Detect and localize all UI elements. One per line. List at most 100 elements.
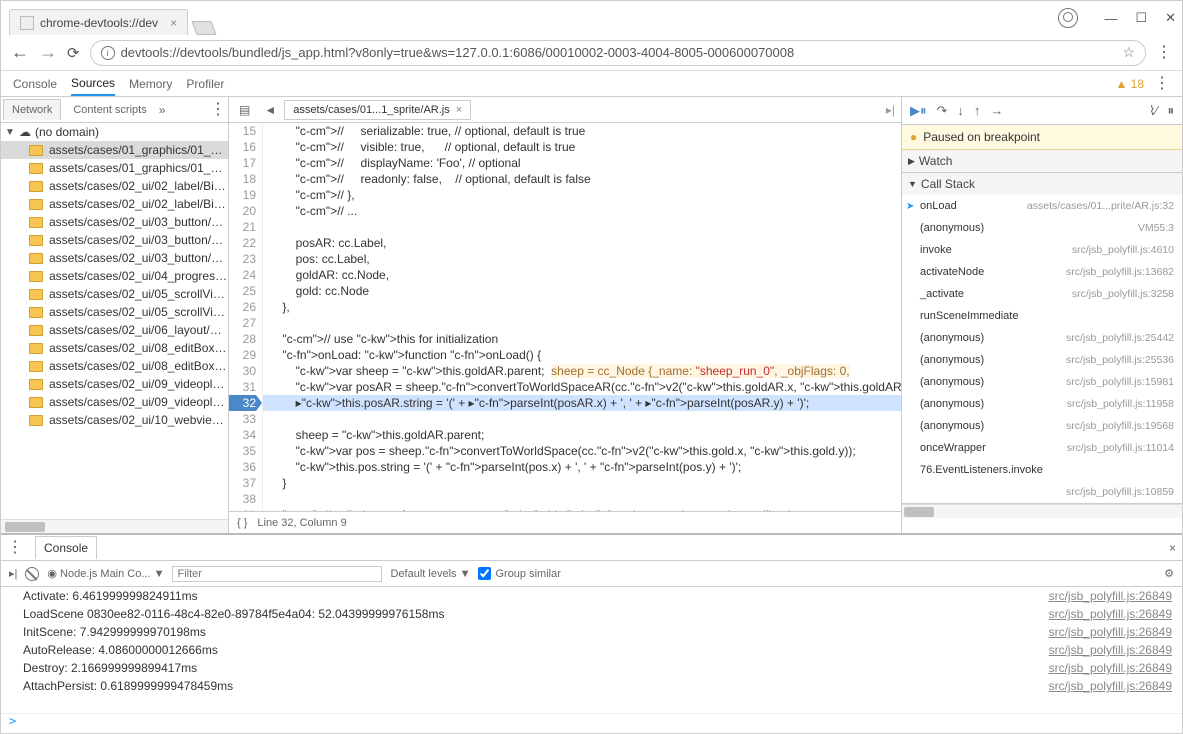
forward-button[interactable]: →	[39, 42, 57, 63]
log-source-link[interactable]: src/jsb_polyfill.js:26849	[1049, 661, 1172, 675]
log-entry[interactable]: Destroy: 2.166999999899417mssrc/jsb_poly…	[1, 659, 1182, 677]
log-level-selector[interactable]: Default levels ▼	[390, 568, 470, 580]
step-button[interactable]: →	[990, 103, 1003, 118]
drawer-menu-icon[interactable]: ⋮	[7, 540, 23, 556]
stack-frame[interactable]: onceWrappersrc/jsb_polyfill.js:11014	[902, 437, 1182, 459]
stack-frame[interactable]: invokesrc/jsb_polyfill.js:4610	[902, 239, 1182, 261]
warning-count[interactable]: ▲ 18	[1115, 77, 1144, 91]
log-entry[interactable]: InitScene: 7.942999999970198mssrc/jsb_po…	[1, 623, 1182, 641]
file-tree[interactable]: ▼ ☁ (no domain) assets/cases/01_graphics…	[1, 123, 228, 519]
tree-file-item[interactable]: assets/cases/02_ui/06_layout/LayoutGrid.…	[1, 321, 228, 339]
pause-on-exceptions-icon[interactable]: ⏸	[1168, 103, 1175, 119]
stack-frame[interactable]: _activatesrc/jsb_polyfill.js:3258	[902, 283, 1182, 305]
resume-button[interactable]: ▶⏸	[910, 103, 927, 119]
history-back-icon[interactable]: ◄	[258, 103, 282, 117]
tree-file-item[interactable]: assets/cases/02_ui/05_scrollView/ListVie…	[1, 303, 228, 321]
navigator-tab-content-scripts[interactable]: Content scripts	[65, 100, 154, 120]
log-source-link[interactable]: src/jsb_polyfill.js:26849	[1049, 643, 1172, 657]
browser-menu-icon[interactable]: ⋮	[1156, 45, 1172, 61]
stack-frame[interactable]: (anonymous)src/jsb_polyfill.js:11958	[902, 393, 1182, 415]
tree-file-item[interactable]: assets/cases/02_ui/03_button/ButtonTrans…	[1, 249, 228, 267]
navigator-more-tabs-icon[interactable]: »	[159, 103, 166, 117]
context-selector[interactable]: ◉ Node.js Main Co... ▼	[47, 567, 164, 580]
browser-tab[interactable]: chrome-devtools://dev ×	[9, 9, 188, 35]
devtools-menu-icon[interactable]: ⋮	[1154, 76, 1170, 92]
new-tab-button[interactable]	[192, 21, 217, 35]
drawer-tab-console[interactable]: Console	[35, 536, 97, 559]
toggle-navigator-icon[interactable]: ▤	[233, 103, 256, 117]
stack-frame[interactable]: (anonymous)src/jsb_polyfill.js:19568	[902, 415, 1182, 437]
callstack-header[interactable]: ▼Call Stack	[902, 173, 1182, 195]
console-sidebar-icon[interactable]: ▸|	[9, 567, 17, 580]
bookmark-star-icon[interactable]: ☆	[1122, 44, 1135, 61]
tree-file-item[interactable]: assets/cases/02_ui/10_webview/WebView.js	[1, 411, 228, 429]
tree-file-item[interactable]: assets/cases/02_ui/03_button/ButtonClick…	[1, 213, 228, 231]
log-source-link[interactable]: src/jsb_polyfill.js:26849	[1049, 607, 1172, 621]
account-icon[interactable]	[1058, 8, 1078, 28]
tree-file-item[interactable]: assets/cases/02_ui/08_editBox/EditBox.js	[1, 339, 228, 357]
stack-frame[interactable]: (anonymous)src/jsb_polyfill.js:25536	[902, 349, 1182, 371]
tree-file-item[interactable]: assets/cases/02_ui/09_videoplayer/VideoP…	[1, 375, 228, 393]
address-bar[interactable]: i devtools://devtools/bundled/js_app.htm…	[90, 40, 1146, 66]
tree-file-item[interactable]: assets/cases/02_ui/03_button/ButtonInter…	[1, 231, 228, 249]
group-similar-checkbox[interactable]: Group similar	[478, 567, 560, 580]
step-into-button[interactable]: ↓	[957, 103, 964, 118]
tree-file-item[interactable]: assets/cases/02_ui/04_progressbar/Progre…	[1, 267, 228, 285]
clear-console-icon[interactable]	[25, 567, 39, 581]
line-gutter[interactable]: 1516171819202122232425262728293031323334…	[229, 123, 263, 511]
console-prompt[interactable]: >	[1, 713, 1182, 733]
tree-file-item[interactable]: assets/cases/01_graphics/01_sprite/AR.js	[1, 141, 228, 159]
tab-sources[interactable]: Sources	[71, 76, 115, 96]
minimize-icon[interactable]: —	[1104, 11, 1117, 26]
navigator-scrollbar[interactable]	[1, 519, 228, 533]
console-output[interactable]: Activate: 6.461999999824911mssrc/jsb_pol…	[1, 587, 1182, 713]
stack-frame[interactable]: runSceneImmediate	[902, 305, 1182, 327]
tree-file-item[interactable]: assets/cases/02_ui/02_label/BitmapFont.j…	[1, 195, 228, 213]
tab-memory[interactable]: Memory	[129, 77, 172, 91]
log-source-link[interactable]: src/jsb_polyfill.js:26849	[1049, 589, 1172, 603]
close-drawer-icon[interactable]: ×	[1169, 541, 1176, 555]
log-entry[interactable]: Activate: 6.461999999824911mssrc/jsb_pol…	[1, 587, 1182, 605]
tab-profiler[interactable]: Profiler	[186, 77, 224, 91]
tree-file-item[interactable]: assets/cases/02_ui/09_videoplayer/VideoP…	[1, 393, 228, 411]
close-file-icon[interactable]: ×	[456, 104, 462, 116]
step-over-button[interactable]: ↷	[937, 103, 948, 119]
log-entry[interactable]: LoadScene 0830ee82-0116-48c4-82e0-89784f…	[1, 605, 1182, 623]
collapse-arrow-icon[interactable]: ▼	[5, 127, 15, 138]
console-filter-input[interactable]	[172, 566, 382, 582]
stack-frame[interactable]: src/jsb_polyfill.js:10859	[902, 481, 1182, 503]
editor-file-tab[interactable]: assets/cases/01...1_sprite/AR.js ×	[284, 100, 471, 120]
toggle-debugger-icon[interactable]: ▸|	[886, 103, 901, 117]
stack-frame[interactable]: (anonymous)src/jsb_polyfill.js:15981	[902, 371, 1182, 393]
maximize-icon[interactable]: ☐	[1135, 10, 1147, 26]
log-source-link[interactable]: src/jsb_polyfill.js:26849	[1049, 625, 1172, 639]
stack-frame[interactable]: onLoadassets/cases/01...prite/AR.js:32	[902, 195, 1182, 217]
tree-file-item[interactable]: assets/cases/02_ui/05_scrollView/Item.js	[1, 285, 228, 303]
debugger-scrollbar[interactable]	[902, 504, 1182, 518]
tree-root[interactable]: ▼ ☁ (no domain)	[1, 123, 228, 141]
code-lines[interactable]: "c-cm">// serializable: true, // optiona…	[263, 123, 901, 511]
stack-frame[interactable]: (anonymous)src/jsb_polyfill.js:25442	[902, 327, 1182, 349]
deactivate-breakpoints-icon[interactable]: ⌇⁄	[1149, 103, 1158, 119]
tab-console[interactable]: Console	[13, 77, 57, 91]
site-info-icon[interactable]: i	[101, 46, 115, 60]
step-out-button[interactable]: ↑	[974, 103, 981, 118]
stack-frame[interactable]: 76.EventListeners.invoke	[902, 459, 1182, 481]
reload-button[interactable]: ⟳	[67, 44, 80, 62]
code-editor[interactable]: 1516171819202122232425262728293031323334…	[229, 123, 901, 511]
log-source-link[interactable]: src/jsb_polyfill.js:26849	[1049, 679, 1172, 693]
stack-frame[interactable]: activateNodesrc/jsb_polyfill.js:13682	[902, 261, 1182, 283]
tree-file-item[interactable]: assets/cases/02_ui/02_label/BitmapFont.j…	[1, 177, 228, 195]
navigator-tab-network[interactable]: Network	[3, 99, 61, 120]
tree-file-item[interactable]: assets/cases/01_graphics/01_sprite/Atlas…	[1, 159, 228, 177]
braces-icon[interactable]: { }	[237, 517, 247, 529]
log-entry[interactable]: AutoRelease: 4.08600000012666mssrc/jsb_p…	[1, 641, 1182, 659]
navigator-menu-icon[interactable]: ⋮	[210, 102, 226, 118]
tree-file-item[interactable]: assets/cases/02_ui/08_editBox/EditBoxEve…	[1, 357, 228, 375]
stack-frame[interactable]: (anonymous)VM55:3	[902, 217, 1182, 239]
back-button[interactable]: ←	[11, 42, 29, 63]
close-tab-icon[interactable]: ×	[170, 16, 177, 30]
console-settings-icon[interactable]: ⚙	[1164, 567, 1174, 580]
watch-section[interactable]: ▶Watch	[902, 150, 1182, 173]
close-window-icon[interactable]: ✕	[1165, 10, 1176, 26]
